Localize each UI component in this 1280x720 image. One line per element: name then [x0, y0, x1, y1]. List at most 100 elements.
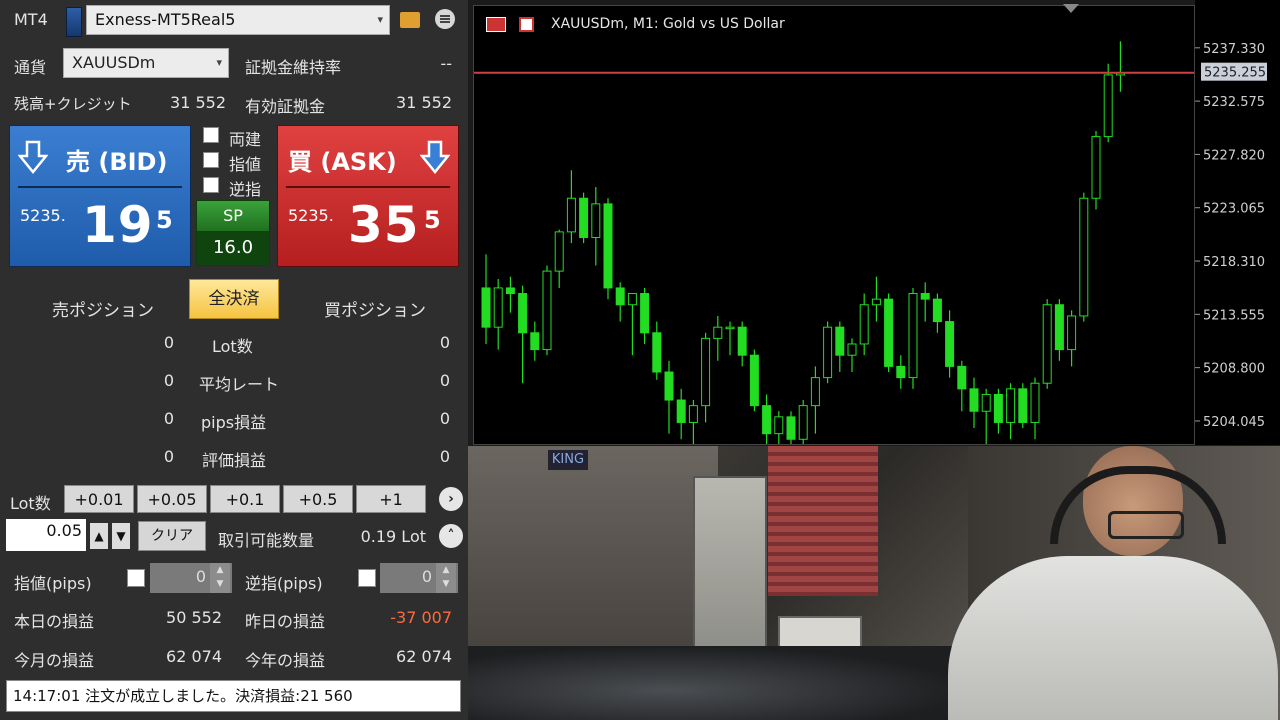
- candle: [579, 192, 589, 244]
- candle-body: [920, 293, 930, 300]
- webcam-overlay: KING: [468, 446, 1280, 720]
- candle: [701, 332, 711, 423]
- price-axis: 5237.330 5232.575 5227.820 5223.065 5218.310…: [1195, 0, 1280, 445]
- candle: [1067, 310, 1077, 367]
- candle-body: [530, 332, 540, 351]
- candle: [859, 293, 869, 356]
- buy-positions-label: 買ポジション: [324, 301, 426, 321]
- spin-arrows-icon[interactable]: ▲ ▼: [210, 563, 230, 593]
- candle: [762, 394, 772, 444]
- stop-pips-input[interactable]: 0 ▲ ▼: [380, 563, 458, 593]
- close-all-button[interactable]: 全決済: [189, 279, 279, 319]
- sell-pips-value: 0: [163, 409, 174, 428]
- pnl-row-label: 評価損益: [202, 451, 267, 470]
- limit-label: 指値: [229, 155, 262, 174]
- candle: [1103, 63, 1113, 143]
- buy-button[interactable]: 買 (ASK) 5235. 35 5: [277, 125, 459, 267]
- price-chart[interactable]: XAUUSDm, M1: Gold vs US Dollar: [473, 5, 1195, 445]
- candle-body: [823, 326, 833, 379]
- candle-body: [1067, 315, 1077, 351]
- lot-row-label: Lot数: [212, 337, 253, 356]
- candle: [823, 321, 833, 384]
- candle: [896, 355, 906, 389]
- candle-body: [1018, 388, 1028, 423]
- limit-pips-checkbox[interactable]: [127, 569, 145, 587]
- spread-label: SP: [197, 201, 269, 231]
- sell-button[interactable]: 売 (BID) 5235. 19 5: [9, 125, 191, 267]
- candle: [664, 360, 674, 434]
- candle-body: [957, 365, 967, 390]
- candle: [920, 282, 930, 322]
- limit-pips-input[interactable]: 0 ▲ ▼: [150, 563, 232, 593]
- arrow-down-icon: [420, 140, 450, 174]
- scroll-marker-icon[interactable]: [1063, 4, 1079, 13]
- candle: [554, 229, 564, 288]
- candle-body: [859, 304, 869, 345]
- sell-price-main: 19: [82, 196, 154, 254]
- candle-body: [688, 405, 698, 423]
- symbol-select[interactable]: XAUUSDm ▾: [63, 48, 229, 78]
- lot-input[interactable]: 0.05: [6, 519, 86, 551]
- candle: [969, 377, 979, 429]
- chevron-up-icon[interactable]: ˄: [439, 524, 463, 548]
- candle: [871, 276, 881, 322]
- chevron-down-icon: ▾: [377, 13, 383, 26]
- candle: [676, 388, 686, 440]
- today-pnl-label: 本日の損益: [14, 612, 95, 631]
- lot-down-icon[interactable]: ▼: [112, 523, 130, 549]
- candle-body: [627, 293, 637, 306]
- clear-button[interactable]: クリア: [138, 521, 206, 551]
- current-price-label: 5235.255: [1204, 66, 1266, 81]
- spin-arrows-icon[interactable]: ▲ ▼: [436, 563, 456, 593]
- month-pnl-value: 62 074: [166, 647, 222, 666]
- candle: [481, 254, 491, 344]
- axis-tick-label: 5218.310: [1203, 255, 1265, 270]
- limit-pips-label: 指値(pips): [14, 574, 92, 593]
- chevron-right-icon[interactable]: ›: [439, 487, 463, 511]
- candle: [505, 276, 515, 313]
- lot-add-1-button[interactable]: +1: [356, 485, 426, 513]
- candle-body: [847, 343, 857, 356]
- lot-add-001-button[interactable]: +0.01: [64, 485, 134, 513]
- candle-body: [871, 298, 881, 306]
- account-select[interactable]: Exness-MT5Real5 ▾: [86, 5, 390, 35]
- axis-tick-label: 5232.575: [1203, 95, 1265, 110]
- candle-body: [786, 416, 796, 440]
- hedge-checkbox[interactable]: [203, 127, 219, 143]
- axis-tick-label: 5208.800: [1203, 362, 1265, 377]
- candle-body: [969, 388, 979, 412]
- candle-body: [1054, 304, 1064, 351]
- arrow-down-icon: [18, 140, 48, 174]
- lot-add-05-button[interactable]: +0.5: [283, 485, 353, 513]
- lot-add-005-button[interactable]: +0.05: [137, 485, 207, 513]
- limit-checkbox[interactable]: [203, 152, 219, 168]
- yesterday-pnl-label: 昨日の損益: [245, 612, 326, 631]
- folder-icon[interactable]: [400, 12, 420, 28]
- candle-body: [640, 293, 650, 334]
- candle: [566, 170, 576, 244]
- today-pnl-value: 50 552: [166, 608, 222, 627]
- lot-up-icon[interactable]: ▲: [90, 523, 108, 549]
- candle: [908, 287, 918, 389]
- buy-price-prefix: 5235.: [288, 206, 334, 225]
- candle: [640, 287, 650, 344]
- candle: [493, 278, 503, 350]
- menu-icon[interactable]: [435, 9, 455, 29]
- stop-pips-checkbox[interactable]: [358, 569, 376, 587]
- candle: [652, 321, 662, 380]
- candle: [884, 293, 894, 373]
- spread-value: 16.0: [197, 231, 269, 265]
- axis-tick-label: 5213.555: [1203, 308, 1265, 323]
- candle: [835, 321, 845, 373]
- candle-body: [713, 326, 723, 339]
- candle-body: [505, 287, 515, 295]
- candle-body: [542, 270, 552, 351]
- equity-value: 31 552: [396, 93, 452, 112]
- stop-checkbox[interactable]: [203, 177, 219, 193]
- margin-level-label: 証拠金維持率: [245, 58, 342, 77]
- candle: [615, 282, 625, 322]
- lot-add-01-button[interactable]: +0.1: [210, 485, 280, 513]
- shop-sign: KING: [548, 450, 588, 470]
- candle: [1079, 192, 1089, 322]
- sell-price-sup: 5: [156, 206, 173, 234]
